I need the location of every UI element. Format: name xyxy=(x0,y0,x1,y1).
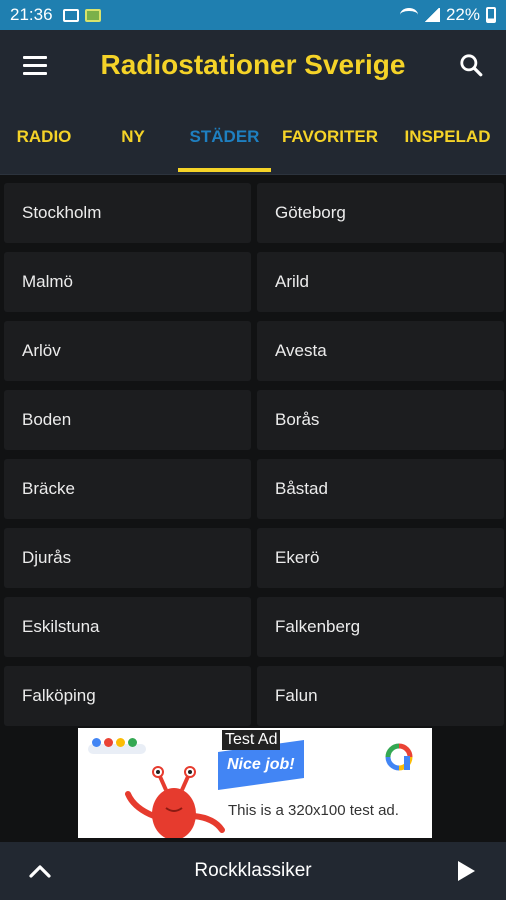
wifi-icon xyxy=(399,8,418,22)
city-item[interactable]: Djurås xyxy=(4,528,251,588)
city-item[interactable]: Avesta xyxy=(257,321,504,381)
city-item[interactable]: Falkenberg xyxy=(257,597,504,657)
play-icon[interactable] xyxy=(426,842,506,900)
gallery-icon xyxy=(62,8,79,22)
city-item[interactable]: Göteborg xyxy=(257,183,504,243)
app-bar: Radiostationer Sverige xyxy=(0,30,506,100)
city-item[interactable]: Båstad xyxy=(257,459,504,519)
city-item[interactable]: Arlöv xyxy=(4,321,251,381)
colored-dots xyxy=(92,738,137,747)
city-item[interactable]: Borås xyxy=(257,390,504,450)
city-grid: Stockholm Göteborg Malmö Arild Arlöv Ave… xyxy=(4,183,506,726)
now-playing-station[interactable]: Rockklassiker xyxy=(80,860,426,882)
app-title: Radiostationer Sverige xyxy=(100,49,406,80)
city-item[interactable]: Ekerö xyxy=(257,528,504,588)
ad-logo-icon xyxy=(385,743,413,771)
player-bar: Rockklassiker xyxy=(0,842,506,900)
tab-bar: RADIO NY STÄDER FAVORITER INSPELAD xyxy=(0,100,506,175)
battery-percent: 22% xyxy=(445,5,480,24)
status-bar: 21:36 22% xyxy=(0,0,506,30)
monster-illustration xyxy=(125,766,225,838)
tab-favoriter[interactable]: FAVORITER xyxy=(271,100,389,174)
city-item[interactable]: Malmö xyxy=(4,252,251,312)
app-notification-icon xyxy=(84,8,101,22)
city-item[interactable]: Arild xyxy=(257,252,504,312)
city-item[interactable]: Stockholm xyxy=(4,183,251,243)
tab-ny[interactable]: NY xyxy=(88,100,178,174)
ad-tag-label: Test Ad xyxy=(222,730,281,750)
banner-text: Nice job! xyxy=(227,756,295,773)
city-item[interactable]: Bräcke xyxy=(4,459,251,519)
city-item[interactable]: Falun xyxy=(257,666,504,726)
search-icon[interactable] xyxy=(436,30,506,100)
tab-radio[interactable]: RADIO xyxy=(0,100,88,174)
hamburger-menu-icon[interactable] xyxy=(0,30,70,100)
tab-inspelad[interactable]: INSPELAD xyxy=(389,100,506,174)
chevron-up-icon[interactable] xyxy=(0,842,80,900)
test-ad-banner[interactable]: Nice job! This is a 320x100 test ad. Tes… xyxy=(78,728,432,838)
battery-icon xyxy=(486,7,496,23)
city-item[interactable]: Eskilstuna xyxy=(4,597,251,657)
city-item[interactable]: Falköping xyxy=(4,666,251,726)
signal-icon xyxy=(423,8,440,22)
city-item[interactable]: Boden xyxy=(4,390,251,450)
status-time: 21:36 xyxy=(10,5,53,24)
ad-description: This is a 320x100 test ad. xyxy=(228,802,399,819)
tab-stader[interactable]: STÄDER xyxy=(178,100,271,174)
